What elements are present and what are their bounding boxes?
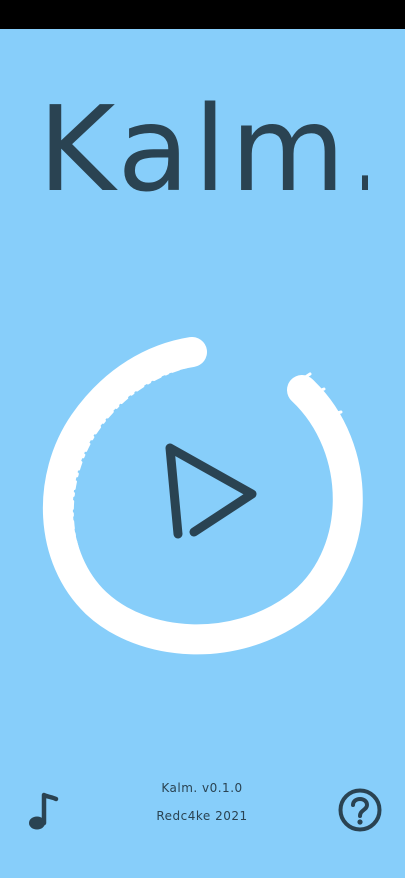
status-bar xyxy=(0,0,405,29)
music-button[interactable] xyxy=(20,787,68,835)
play-icon xyxy=(165,443,257,539)
credit-label: Redc4ke 2021 xyxy=(156,809,248,823)
version-label: Kalm. v0.1.0 xyxy=(161,781,243,795)
play-button[interactable] xyxy=(34,318,374,658)
app-title: Kalm. xyxy=(38,80,368,214)
music-note-icon xyxy=(29,792,59,830)
question-mark-icon xyxy=(338,788,382,832)
app-screen: Kalm. Kalm. v0.1.0 Redc4ke 2021 xyxy=(0,0,405,878)
app-logo: Kalm. xyxy=(38,80,368,214)
brush-ring xyxy=(42,337,363,655)
help-button[interactable] xyxy=(336,786,384,834)
